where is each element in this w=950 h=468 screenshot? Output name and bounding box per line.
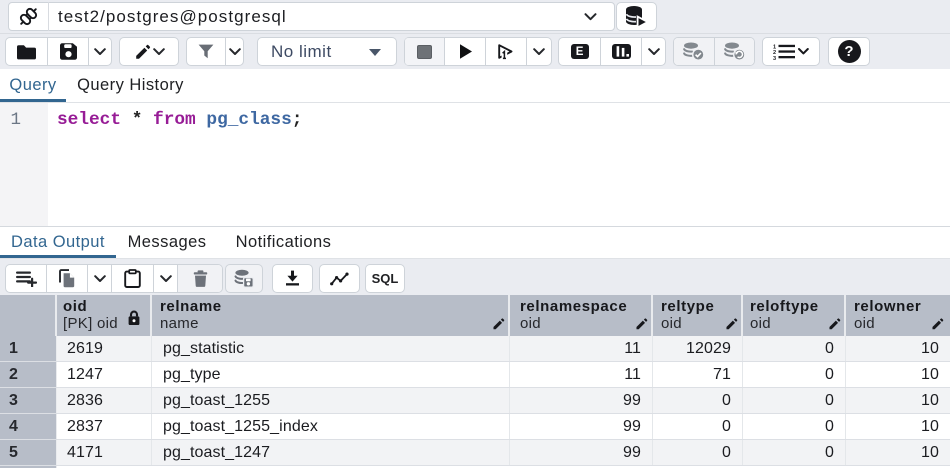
svg-text:3: 3 [773,56,776,60]
